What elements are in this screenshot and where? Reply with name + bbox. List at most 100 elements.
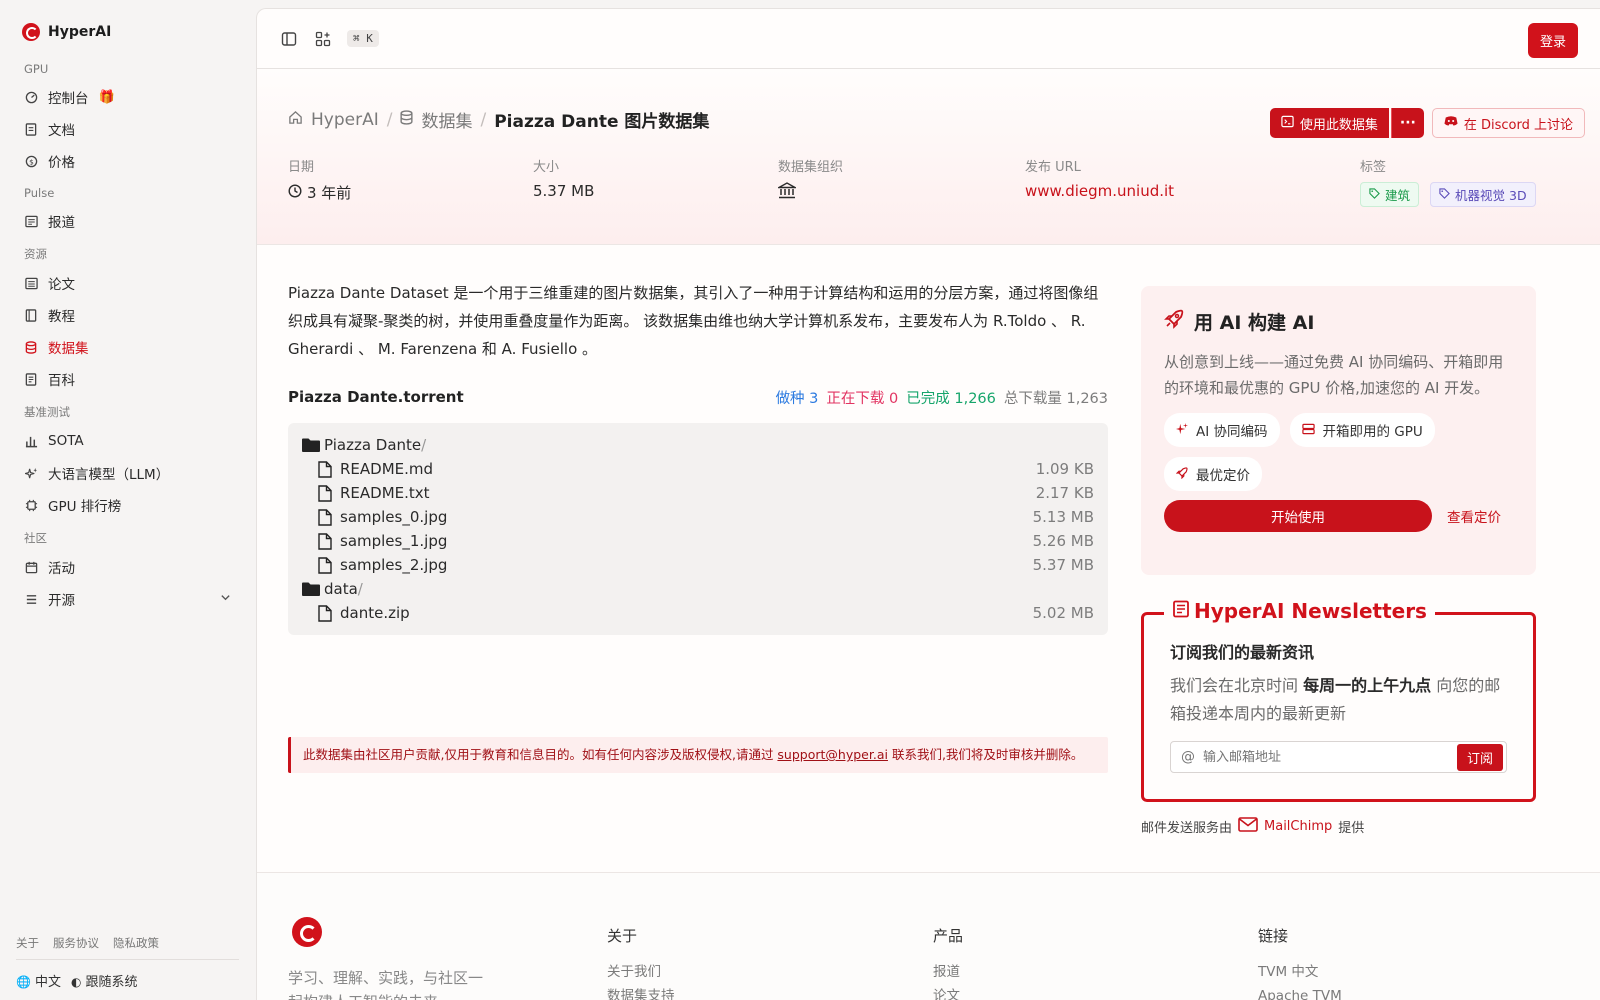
list-icon: [24, 592, 38, 606]
meta-date-value: 3 年前: [307, 184, 352, 202]
calendar-icon: [24, 560, 38, 574]
file-row[interactable]: samples_1.jpg 5.26 MB: [302, 529, 1094, 553]
torrent-name[interactable]: Piazza Dante.torrent: [288, 388, 464, 406]
globe-icon: 🌐: [16, 974, 31, 989]
folder-row[interactable]: data /: [302, 577, 1094, 601]
file-tree: Piazza Dante / README.md 1.09 KB README.t…: [288, 423, 1108, 635]
book-icon: [24, 122, 38, 136]
sidebar-item-encyclopedia[interactable]: 百科: [16, 364, 239, 394]
sidebar-item-events[interactable]: 活动: [16, 552, 239, 582]
language-switch[interactable]: 🌐 中文: [16, 971, 61, 990]
newsletter-title-row: HyperAI Newsletters: [1164, 599, 1435, 623]
sidebar-item-label: 控制台: [48, 91, 89, 107]
file-row[interactable]: README.md 1.09 KB: [302, 457, 1094, 481]
meta-size: 大小 5.37 MB: [533, 156, 594, 200]
downloading-label: 正在下载: [826, 390, 885, 407]
use-dataset-label: 使用此数据集: [1299, 117, 1378, 133]
footer-link-about-us[interactable]: 关于我们: [607, 960, 675, 984]
sidebar-item-label: 价格: [48, 155, 75, 171]
provider-text-after: 提供: [1338, 821, 1365, 836]
subscribe-button[interactable]: 订阅: [1456, 743, 1503, 771]
email-input[interactable]: [1203, 749, 1449, 765]
theme-switch[interactable]: ◐ 跟随系统: [71, 971, 138, 990]
theme-icon: ◐: [70, 974, 82, 989]
file-row[interactable]: samples_0.jpg 5.13 MB: [302, 505, 1094, 529]
sidebar-item-console[interactable]: 控制台 🎁: [16, 82, 239, 112]
seeding-label: 做种: [775, 390, 805, 407]
database-icon: [24, 340, 38, 354]
footer-link-dataset-support[interactable]: 数据集支持: [607, 984, 675, 1000]
file-row[interactable]: dante.zip 5.02 MB: [302, 601, 1094, 625]
meta-url-link[interactable]: www.diegm.uniud.it: [1025, 182, 1174, 200]
file-name: README.md: [340, 460, 434, 478]
newspaper-icon: [24, 214, 38, 228]
file-row[interactable]: samples_2.jpg 5.37 MB: [302, 553, 1094, 577]
support-email-link[interactable]: support@hyper.ai: [777, 747, 888, 762]
view-pricing-link[interactable]: 查看定价: [1447, 506, 1501, 526]
privacy-link[interactable]: 隐私政策: [113, 935, 159, 951]
sidebar-item-docs[interactable]: 文档: [16, 114, 239, 144]
sidebar-item-tutorials[interactable]: 教程: [16, 300, 239, 330]
sidebar-item-papers[interactable]: 论文: [16, 268, 239, 298]
hyperai-logo-icon[interactable]: [292, 917, 322, 947]
login-button[interactable]: 登录: [1527, 23, 1578, 58]
total-label: 总下载量: [1003, 390, 1062, 407]
meta-org: 数据集组织: [776, 156, 844, 203]
breadcrumb-separator: /: [386, 109, 393, 130]
footer-link-tvm-cn[interactable]: TVM 中文: [1258, 960, 1342, 984]
group-title-community: 社区: [24, 531, 47, 545]
footer-link-apache-tvm[interactable]: Apache TVM: [1258, 984, 1342, 1000]
clock-icon: [288, 183, 302, 202]
footer-link-reports[interactable]: 报道: [933, 960, 963, 984]
newsletter-title: HyperAI Newsletters: [1194, 599, 1427, 623]
institution-icon[interactable]: [776, 182, 798, 203]
footer-link-papers[interactable]: 论文: [933, 984, 963, 1000]
rocket-icon: [1175, 466, 1188, 482]
more-options-button[interactable]: ···: [1390, 108, 1424, 138]
discord-button[interactable]: 在 Discord 上讨论: [1431, 108, 1585, 138]
copyright-notice: 此数据集由社区用户贡献,仅用于教育和信息目的。如有任何内容涉及版权侵权,请通过 …: [288, 737, 1108, 773]
newsletter-icon: [1172, 599, 1190, 623]
file-row[interactable]: README.txt 2.17 KB: [302, 481, 1094, 505]
file-name: samples_2.jpg: [340, 556, 448, 574]
sidebar-item-pricing[interactable]: $ 价格: [16, 146, 239, 176]
terms-link[interactable]: 服务协议: [53, 935, 99, 951]
sidebar-toggle-icon[interactable]: [279, 29, 299, 49]
breadcrumb-datasets[interactable]: 数据集: [421, 107, 472, 132]
chevron-down-icon[interactable]: [220, 592, 231, 606]
breadcrumb-home[interactable]: HyperAI: [311, 110, 379, 130]
group-title-pulse: Pulse: [24, 186, 55, 200]
meta-date-label: 日期: [288, 160, 315, 175]
notice-text-before: 此数据集由社区用户贡献,仅用于教育和信息目的。如有任何内容涉及版权侵权,请通过: [303, 747, 778, 762]
file-size: 2.17 KB: [1035, 484, 1094, 502]
about-link[interactable]: 关于: [16, 935, 39, 951]
provider-text-before: 邮件发送服务由: [1141, 821, 1233, 836]
sidebar-item-label: 数据集: [48, 341, 89, 357]
folder-row[interactable]: Piazza Dante /: [302, 433, 1094, 457]
mailchimp-link[interactable]: MailChimp: [1264, 819, 1332, 834]
tag-icon: [1439, 187, 1450, 202]
sidebar-item-sota[interactable]: SOTA: [16, 426, 239, 456]
mail-icon: [1238, 817, 1258, 836]
meta-size-value: 5.37 MB: [533, 182, 595, 200]
get-started-button[interactable]: 开始使用: [1164, 500, 1432, 532]
newsletter-schedule: 每周一的上午九点: [1303, 676, 1432, 695]
tag-machine-vision-3d[interactable]: 机器视觉 3D: [1430, 182, 1536, 207]
sidebar-item-open-source[interactable]: 开源: [16, 584, 239, 614]
command-menu-icon[interactable]: [313, 29, 333, 49]
sidebar-item-gpu-leaderboard[interactable]: GPU 排行榜: [16, 490, 239, 520]
theme-label: 跟随系统: [85, 974, 138, 990]
meta-org-label: 数据集组织: [778, 160, 844, 175]
footer-col-products: 产品 报道 论文: [933, 925, 963, 1000]
file-size: 5.37 MB: [1032, 556, 1094, 574]
ai-card-description: 从创意到上线——通过免费 AI 协同编码、开箱即用的环境和最优惠的 GPU 价格…: [1164, 353, 1504, 397]
chip-label: 开箱即用的 GPU: [1322, 424, 1423, 440]
sidebar-item-datasets[interactable]: 数据集: [16, 332, 239, 362]
brand-logo[interactable]: HyperAI: [16, 20, 239, 44]
language-label: 中文: [34, 974, 61, 990]
meta-date-value-row: 3 年前: [288, 182, 351, 203]
tag-architecture[interactable]: 建筑: [1360, 182, 1420, 207]
sidebar-item-llm[interactable]: 大语言模型（LLM）: [16, 458, 239, 488]
sidebar-item-reports[interactable]: 报道: [16, 206, 239, 236]
use-dataset-button[interactable]: 使用此数据集: [1269, 108, 1389, 138]
